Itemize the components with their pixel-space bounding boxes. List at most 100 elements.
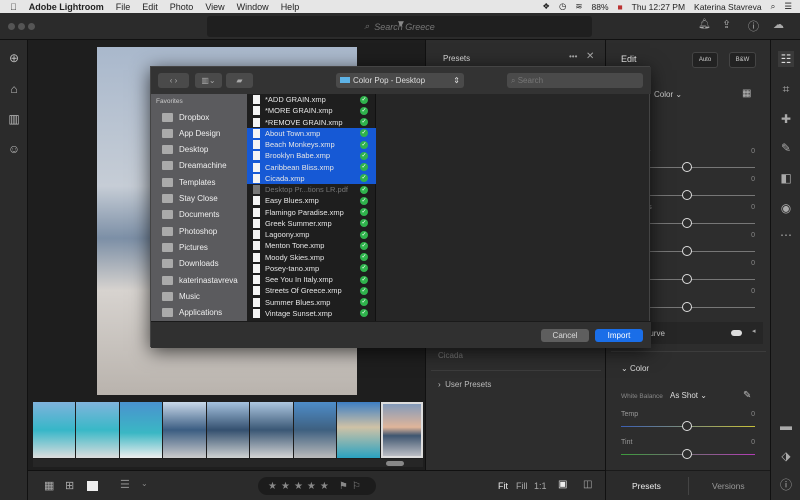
sort-icon[interactable]: ☰ [120,478,130,491]
menu-file[interactable]: File [116,2,131,12]
slider-thumb[interactable] [682,218,692,228]
sidebar-item-favorite[interactable]: App Design [162,125,220,141]
slider-value[interactable]: 0 [751,260,755,267]
edit-sliders-icon[interactable]: ☷ [778,51,794,67]
tint-slider-thumb[interactable] [682,449,692,459]
profile-dropdown[interactable]: Color ⌄ [654,90,682,99]
file-row[interactable]: Beach Monkeys.xmp ✓ [247,139,376,151]
zoom-fit[interactable]: Fit [498,481,508,491]
file-row[interactable]: Desktop Pr...tions LR.pdf ✓ [247,184,376,195]
healing-icon[interactable]: ✚ [778,111,794,127]
info-icon[interactable]: ⓘ [778,477,794,493]
slider-thumb[interactable] [682,274,692,284]
menu-window[interactable]: Window [237,2,269,12]
file-row[interactable]: About Town.xmp ✓ [247,127,376,139]
file-row[interactable]: *REMOVE GRAIN.xmp ✓ [247,117,376,128]
radial-gradient-icon[interactable]: ◉ [778,200,794,216]
filmstrip-thumbnail[interactable] [163,402,206,458]
temp-slider-thumb[interactable] [682,421,692,431]
sidebar-item-favorite[interactable]: Dreamachine [162,158,227,174]
slider-thumb[interactable] [682,302,692,312]
file-row[interactable]: Flamingo Paradise.xmp ✓ [247,207,376,218]
file-row[interactable]: *MORE GRAIN.xmp ✓ [247,105,376,116]
preset-item[interactable]: Cicada [438,351,463,360]
star-icon[interactable]: ★ [294,481,303,492]
slider-value[interactable]: 0 [751,204,755,211]
sidebar-item-favorite[interactable]: Downloads [162,256,219,272]
tone-curve-toggle[interactable] [731,330,742,336]
more-tools-icon[interactable]: ⋯ [778,227,794,243]
menu-photo[interactable]: Photo [170,2,194,12]
notification-center-icon[interactable]: ☰ [784,1,792,12]
import-button[interactable]: Import [595,329,643,342]
file-row[interactable]: Summer Blues.xmp ✓ [247,297,376,308]
file-row[interactable]: Cicada.xmp ✓ [247,172,376,184]
color-section-header[interactable]: ⌄ Color [621,364,649,373]
filmstrip-toggle-icon[interactable]: ▣ [558,479,567,490]
auto-button[interactable]: Auto [692,52,718,68]
flag-reject-icon[interactable]: ⚐ [352,481,361,492]
time-machine-icon[interactable]: ◷ [559,1,566,12]
cancel-button[interactable]: Cancel [541,329,589,342]
slider-value[interactable]: 0 [751,232,755,239]
spotlight-icon[interactable]: ⌕ [771,1,776,12]
file-row[interactable]: Brooklyn Babe.xmp ✓ [247,150,376,162]
sidebar-item-favorite[interactable]: katerinastavreva [162,272,238,288]
linear-gradient-icon[interactable]: ◧ [778,170,794,186]
apple-icon[interactable]:  [10,2,17,12]
grid-icon[interactable]: ⊞ [65,479,74,492]
profile-browser-icon[interactable]: ▦ [742,88,751,99]
file-row[interactable]: Vintage Sunset.xmp ✓ [247,308,376,319]
eyedropper-icon[interactable]: ✎ [743,390,751,401]
more-options-icon[interactable]: ••• [569,52,577,61]
close-icon[interactable]: ✕ [586,51,594,62]
file-row[interactable]: Lagoony.xmp ✓ [247,229,376,240]
new-folder-icon[interactable]: ▰ [226,73,253,88]
dialog-search-input[interactable]: ⌕ Search [507,73,643,88]
sidebar-item-favorite[interactable]: Pictures [162,239,208,255]
battery-level[interactable]: 88% [591,2,608,12]
filmstrip-thumbnail[interactable] [337,402,380,458]
slider-thumb[interactable] [682,246,692,256]
bell-icon[interactable]: 🔔︎ [698,19,711,30]
sidebar-item-favorite[interactable]: Desktop [162,142,208,158]
wifi-icon[interactable]: ≋ [575,1,582,12]
slider-thumb[interactable] [682,190,692,200]
tint-value[interactable]: 0 [751,439,755,446]
temp-value[interactable]: 0 [751,411,755,418]
brush-icon[interactable]: ✎ [778,140,794,156]
location-dropdown[interactable]: Color Pop - Desktop ⇕ [336,73,464,88]
sidebar-item-favorite[interactable]: Documents [162,207,219,223]
minimize-window-button[interactable] [18,23,25,30]
flag-icon[interactable]: ■ [618,2,623,12]
detail-view-icon[interactable] [87,481,98,491]
view-mode-button[interactable]: ▥⌄ [195,73,222,88]
app-menu[interactable]: Adobe Lightroom [29,2,104,12]
library-icon[interactable]: ▥ [7,112,21,126]
filmstrip-thumbnail[interactable] [206,402,250,458]
file-row[interactable]: See You In Italy.xmp ✓ [247,274,376,285]
filmstrip-thumbnail[interactable] [33,402,76,458]
comment-icon[interactable]: ▬ [778,418,794,434]
sidebar-item-favorite[interactable]: Photoshop [162,223,217,239]
people-icon[interactable]: ☺ [7,142,21,156]
filmstrip-scrollbar[interactable] [33,459,423,467]
bw-button[interactable]: B&W [729,52,756,68]
tab-versions[interactable]: Versions [712,481,745,491]
file-row[interactable]: *ADD GRAIN.xmp ✓ [247,94,376,105]
filmstrip-thumbnail[interactable] [76,402,119,458]
filmstrip-thumbnail[interactable] [250,402,293,458]
sidebar-item-favorite[interactable]: Stay Close [162,191,218,207]
slider-thumb[interactable] [682,162,692,172]
sidebar-item-favorite[interactable]: Dropbox [162,109,209,125]
star-icon[interactable]: ★ [268,481,277,492]
dropbox-icon[interactable]: ❖ [542,1,550,12]
close-window-button[interactable] [8,23,15,30]
chevron-left-icon[interactable]: ◂ [752,327,756,335]
star-icon[interactable]: ★ [281,481,290,492]
zoom-fill[interactable]: Fill [516,481,528,491]
file-row[interactable]: Posey-tano.xmp ✓ [247,263,376,274]
flag-pick-icon[interactable]: ⚑ [339,481,348,492]
star-icon[interactable]: ★ [320,481,329,492]
tab-presets[interactable]: Presets [632,481,661,491]
